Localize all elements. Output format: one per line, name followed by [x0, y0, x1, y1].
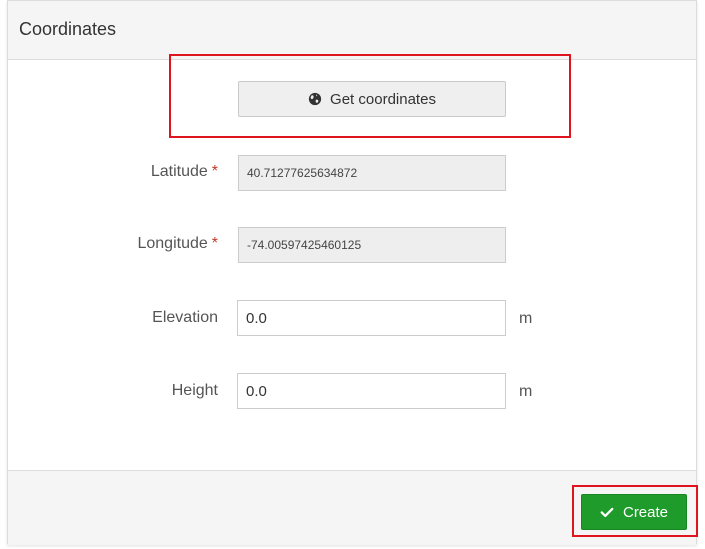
- create-button[interactable]: Create: [581, 494, 687, 530]
- latitude-field[interactable]: [238, 155, 506, 191]
- get-coordinates-label: Get coordinates: [330, 90, 436, 108]
- coordinates-panel: Coordinates Get coordinates Latitude* Lo…: [7, 0, 698, 545]
- height-unit: m: [519, 383, 533, 400]
- longitude-field[interactable]: [238, 227, 506, 263]
- latitude-required-marker: *: [211, 163, 218, 180]
- panel-header: Coordinates: [8, 1, 696, 60]
- height-label: Height: [171, 382, 218, 399]
- elevation-field[interactable]: [237, 300, 506, 336]
- create-label: Create: [622, 503, 669, 521]
- longitude-required-marker: *: [211, 235, 218, 252]
- elevation-label: Elevation: [152, 309, 218, 326]
- elevation-unit: m: [519, 310, 533, 327]
- latitude-label: Latitude *: [150, 163, 218, 180]
- globe-icon: [308, 92, 322, 106]
- longitude-label: Longitude *: [137, 235, 218, 252]
- check-icon: [600, 507, 614, 518]
- get-coordinates-button[interactable]: Get coordinates: [238, 81, 506, 117]
- panel-title: Coordinates: [19, 19, 117, 39]
- height-field[interactable]: [237, 373, 506, 409]
